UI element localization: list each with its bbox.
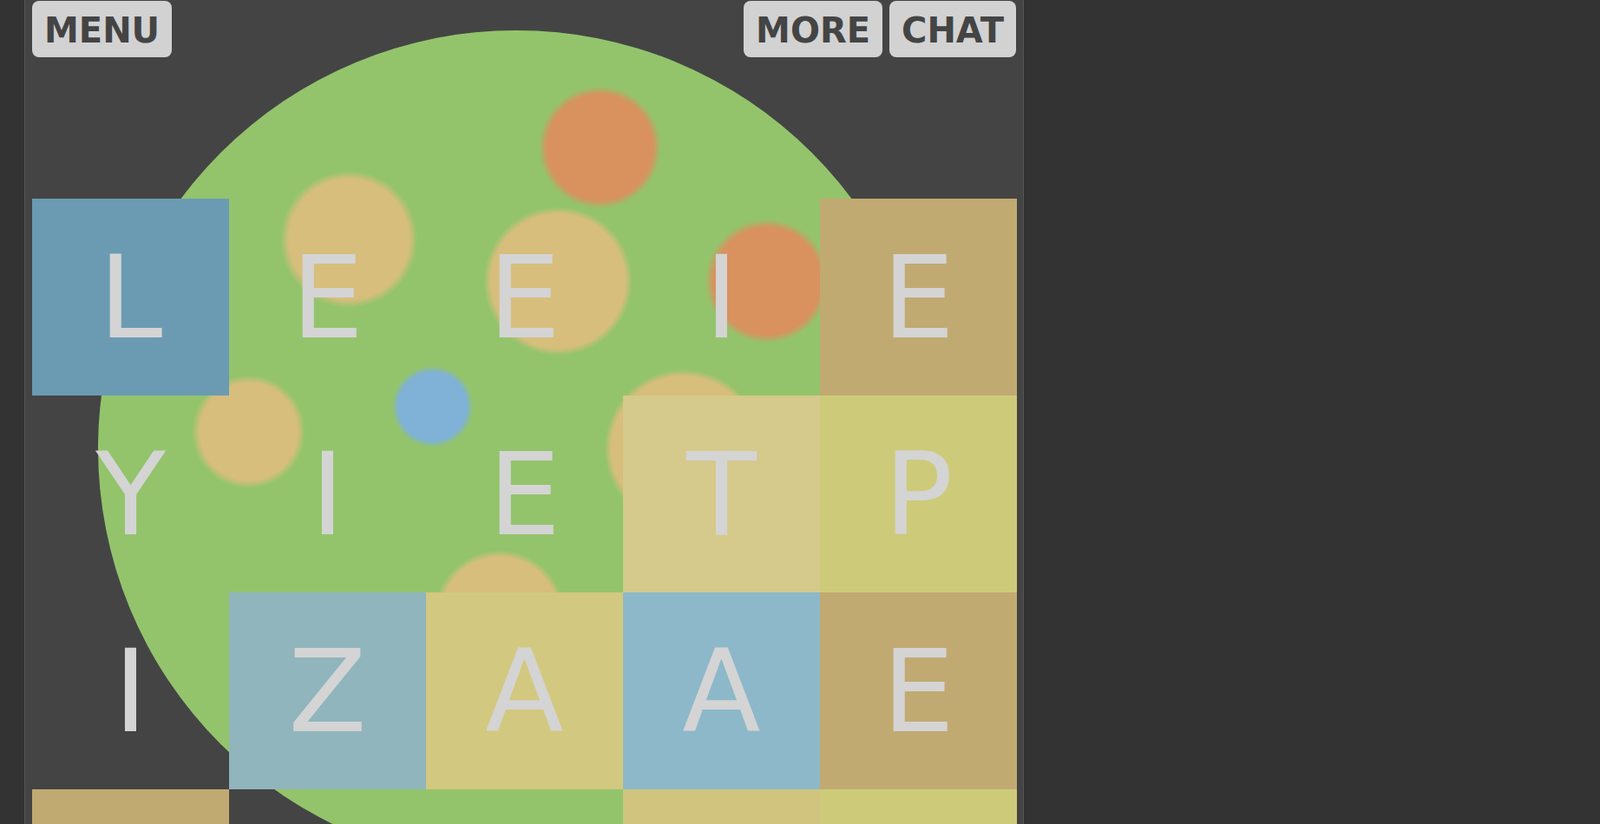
letter-tile[interactable]: E	[229, 198, 427, 396]
letter-tile[interactable]	[32, 789, 230, 824]
menu-button[interactable]: MENU	[32, 0, 172, 58]
letter-tile[interactable]: P	[819, 395, 1017, 593]
letter-tile[interactable]: E	[426, 395, 623, 593]
more-button[interactable]: MORE	[743, 0, 883, 58]
letter-tile[interactable]: Y	[32, 395, 230, 593]
letter-tile[interactable]: E	[426, 198, 623, 396]
letter-tile[interactable]: T	[622, 395, 820, 593]
letter-tile[interactable]	[819, 789, 1017, 824]
letter-tile[interactable]: I	[229, 395, 427, 593]
letter-tile[interactable]: I	[32, 592, 230, 790]
chat-button[interactable]: CHAT	[889, 0, 1017, 58]
letter-tile[interactable]: E	[819, 198, 1017, 396]
letter-tile[interactable]: I	[622, 198, 820, 396]
letter-tile[interactable]: L	[32, 198, 230, 396]
letter-tile[interactable]: A	[622, 592, 820, 790]
letter-tile[interactable]: A	[426, 592, 623, 790]
letter-tile[interactable]: Z	[229, 592, 427, 790]
letter-board: LEEIEYIETPIZAAE	[32, 198, 1023, 824]
letter-tile[interactable]	[622, 789, 820, 824]
letter-tile[interactable]	[426, 789, 623, 824]
letter-tile[interactable]: E	[819, 592, 1017, 790]
letter-tile[interactable]	[229, 789, 427, 824]
top-bar: MENU MORECHAT	[25, 0, 1023, 199]
game-panel: MENU MORECHAT LEEIEYIETPIZAAE	[24, 0, 1024, 824]
